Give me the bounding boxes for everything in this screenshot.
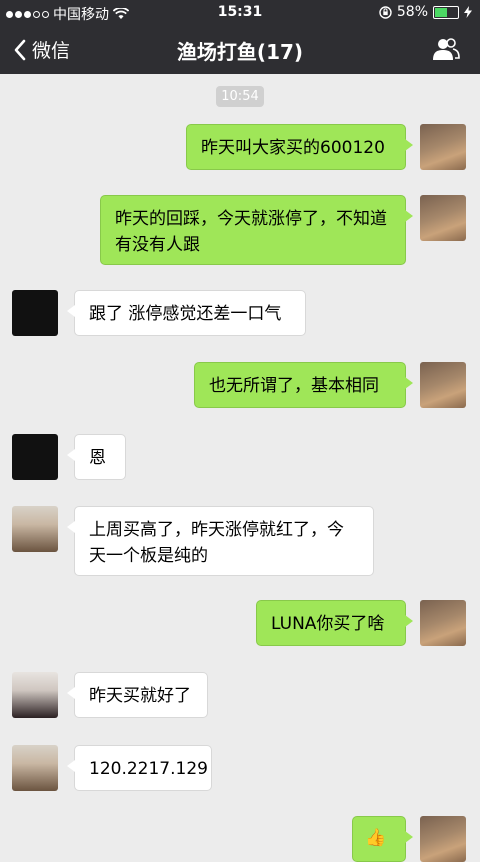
contacts-icon — [433, 38, 460, 60]
message-bubble[interactable]: 恩 — [67, 434, 126, 480]
message-bubble[interactable]: 120.2217.129 — [67, 745, 212, 791]
message-bubble[interactable]: LUNA你买了啥 — [256, 600, 413, 646]
thumbs-up-message[interactable]: 👍 — [352, 816, 413, 862]
member-avatar[interactable] — [12, 506, 58, 552]
member-avatar[interactable] — [12, 434, 58, 480]
group-info-button[interactable] — [432, 37, 460, 65]
self-avatar[interactable] — [420, 124, 466, 170]
self-avatar[interactable] — [420, 362, 466, 408]
message-bubble[interactable]: 昨天买就好了 — [67, 672, 208, 718]
battery-info: 58% — [379, 4, 472, 20]
battery-percent: 58% — [396, 4, 428, 20]
member-avatar[interactable] — [12, 290, 58, 336]
message-timestamp: 10:54 — [216, 86, 264, 107]
message-bubble[interactable]: 跟了 涨停感觉还差一口气 — [67, 290, 306, 336]
thumbs-up-icon: 👍 — [365, 828, 387, 848]
message-bubble[interactable]: 上周买高了，昨天涨停就红了，今天一个板是纯的 — [67, 506, 374, 576]
status-bar: 中国移动 15:31 58% — [0, 0, 480, 26]
battery-icon — [433, 5, 459, 19]
chat-title: 渔场打鱼(17) — [176, 40, 304, 64]
charging-icon — [464, 6, 472, 18]
self-avatar[interactable] — [420, 195, 466, 241]
self-avatar[interactable] — [420, 600, 466, 646]
message-bubble[interactable]: 昨天的回踩，今天就涨停了，不知道有没有人跟 — [100, 195, 413, 265]
member-avatar[interactable] — [12, 745, 58, 791]
member-avatar[interactable] — [12, 672, 58, 718]
message-bubble[interactable]: 昨天叫大家买的600120 — [186, 124, 413, 170]
nav-bar: 微信 渔场打鱼(17) — [0, 26, 480, 74]
self-avatar[interactable] — [420, 816, 466, 862]
message-bubble[interactable]: 也无所谓了，基本相同 — [194, 362, 413, 408]
orientation-lock-icon — [379, 5, 392, 19]
